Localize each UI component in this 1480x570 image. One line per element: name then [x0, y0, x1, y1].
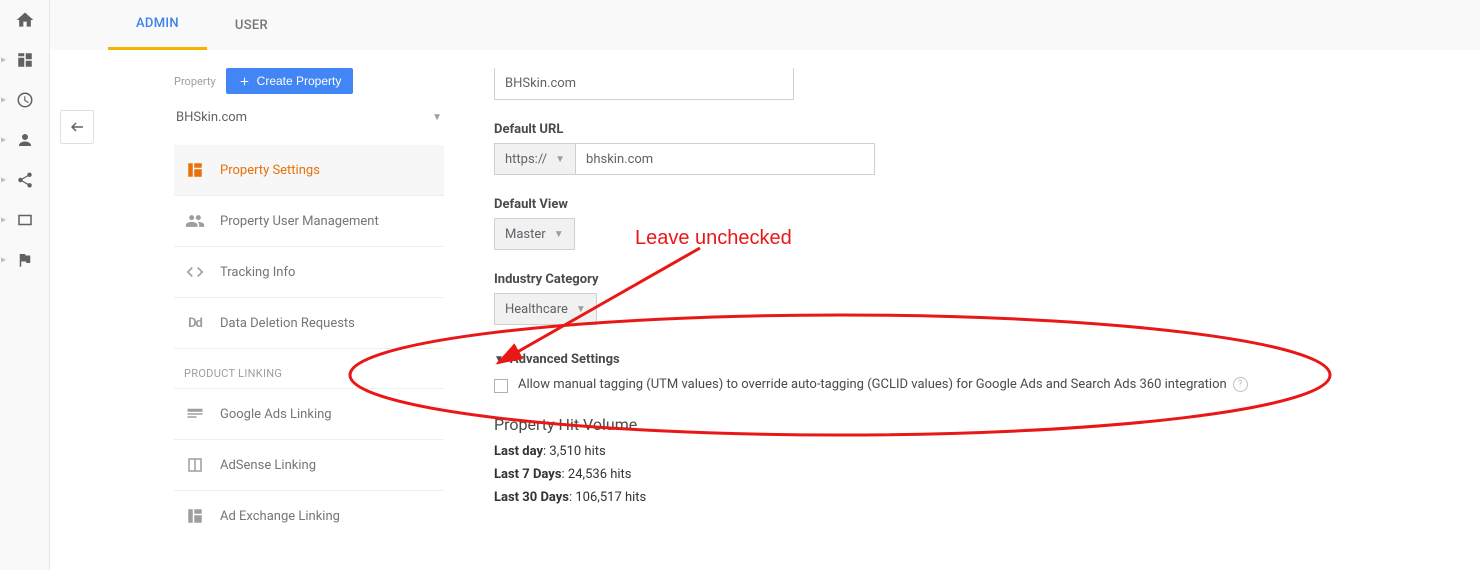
nav-item-label: AdSense Linking: [220, 458, 316, 473]
default-view-value: Master: [505, 227, 546, 242]
advanced-settings-label: Advanced Settings: [510, 352, 620, 367]
left-rail: ▸ ▸ ▸ ▸ ▸ ▸: [0, 0, 50, 570]
rail-customization[interactable]: ▸: [0, 40, 50, 80]
dashboard-icon: [16, 51, 34, 69]
default-url-input[interactable]: bhskin.com: [575, 143, 875, 175]
section-product-linking: PRODUCT LINKING: [174, 348, 444, 388]
default-view-label: Default View: [494, 197, 1480, 212]
rail-realtime[interactable]: ▸: [0, 80, 50, 120]
property-selector-value: BHSkin.com: [176, 110, 247, 125]
back-arrow-icon: [68, 118, 86, 136]
chevron-down-icon: ▼: [576, 304, 586, 315]
code-icon: [184, 261, 206, 283]
exchange-icon: [184, 505, 206, 527]
ads-icon: [184, 403, 206, 425]
chevron-down-icon: ▼: [432, 112, 442, 123]
person-icon: [16, 131, 34, 149]
rail-acquisition[interactable]: ▸: [0, 160, 50, 200]
settings-panel: BHSkin.com Default URL https:// ▼ bhskin…: [444, 68, 1480, 570]
admin-tabs: ADMIN USER: [50, 0, 1480, 50]
nav-tracking-info[interactable]: Tracking Info: [174, 246, 444, 297]
nav-item-label: Google Ads Linking: [220, 407, 332, 422]
nav-google-ads-linking[interactable]: Google Ads Linking: [174, 388, 444, 439]
hit-last-day: Last day: 3,510 hits: [494, 444, 1480, 459]
home-icon: [15, 10, 35, 30]
adsense-icon: [184, 454, 206, 476]
tab-user[interactable]: USER: [207, 0, 296, 50]
chevron-right-icon: ▸: [1, 55, 6, 66]
nav-property-settings[interactable]: Property Settings: [174, 145, 444, 195]
manual-tagging-checkbox-label: Allow manual tagging (UTM values) to ove…: [518, 377, 1227, 392]
nav-item-label: Data Deletion Requests: [220, 316, 355, 331]
nav-item-label: Tracking Info: [220, 265, 295, 280]
chevron-right-icon: ▸: [1, 215, 6, 226]
chevron-down-icon: ▼: [554, 229, 564, 240]
property-column: Property Create Property BHSkin.com ▼ Pr…: [174, 68, 444, 570]
content-area: Property Create Property BHSkin.com ▼ Pr…: [50, 50, 1480, 570]
chevron-right-icon: ▸: [1, 175, 6, 186]
hit-last-7: Last 7 Days: 24,536 hits: [494, 467, 1480, 482]
back-button[interactable]: [60, 110, 94, 144]
rail-audience[interactable]: ▸: [0, 120, 50, 160]
advanced-settings-toggle[interactable]: ▼ Advanced Settings: [494, 352, 620, 367]
chevron-down-icon: ▼: [555, 154, 565, 165]
default-url-label: Default URL: [494, 122, 1480, 137]
flag-icon: [16, 251, 34, 269]
people-icon: [184, 210, 206, 232]
property-label: Property: [174, 75, 216, 88]
nav-item-label: Property Settings: [220, 163, 320, 178]
chevron-right-icon: ▸: [1, 95, 6, 106]
manual-tagging-checkbox[interactable]: [494, 379, 508, 393]
rail-behavior[interactable]: ▸: [0, 200, 50, 240]
clock-icon: [16, 91, 34, 109]
rail-conversions[interactable]: ▸: [0, 240, 50, 280]
nav-property-user-management[interactable]: Property User Management: [174, 195, 444, 246]
page-icon: [16, 211, 34, 229]
industry-label: Industry Category: [494, 272, 1480, 287]
share-icon: [16, 171, 34, 189]
nav-adsense-linking[interactable]: AdSense Linking: [174, 439, 444, 490]
nav-item-label: Ad Exchange Linking: [220, 509, 340, 524]
chevron-right-icon: ▸: [1, 255, 6, 266]
property-selector[interactable]: BHSkin.com ▼: [174, 102, 444, 133]
protocol-select[interactable]: https:// ▼: [494, 143, 575, 175]
create-property-button-label: Create Property: [257, 74, 342, 88]
create-property-button[interactable]: Create Property: [226, 68, 354, 94]
tab-admin[interactable]: ADMIN: [108, 0, 207, 50]
chevron-right-icon: ▸: [1, 135, 6, 146]
website-name-input[interactable]: BHSkin.com: [494, 68, 794, 100]
help-icon[interactable]: ?: [1233, 377, 1248, 392]
default-view-select[interactable]: Master ▼: [494, 218, 575, 250]
hit-volume-title: Property Hit Volume: [494, 415, 1480, 434]
industry-value: Healthcare: [505, 302, 568, 317]
property-nav: Property Settings Property User Manageme…: [174, 145, 444, 541]
caret-down-icon: ▼: [494, 354, 504, 365]
nav-data-deletion[interactable]: Dd Data Deletion Requests: [174, 297, 444, 348]
nav-item-label: Property User Management: [220, 214, 379, 229]
dd-icon: Dd: [184, 312, 206, 334]
protocol-value: https://: [505, 152, 547, 167]
plus-icon: [238, 75, 251, 88]
rail-home[interactable]: [0, 0, 50, 40]
industry-select[interactable]: Healthcare ▼: [494, 293, 597, 325]
settings-layout-icon: [184, 159, 206, 181]
hit-last-30: Last 30 Days: 106,517 hits: [494, 490, 1480, 505]
nav-ad-exchange-linking[interactable]: Ad Exchange Linking: [174, 490, 444, 541]
